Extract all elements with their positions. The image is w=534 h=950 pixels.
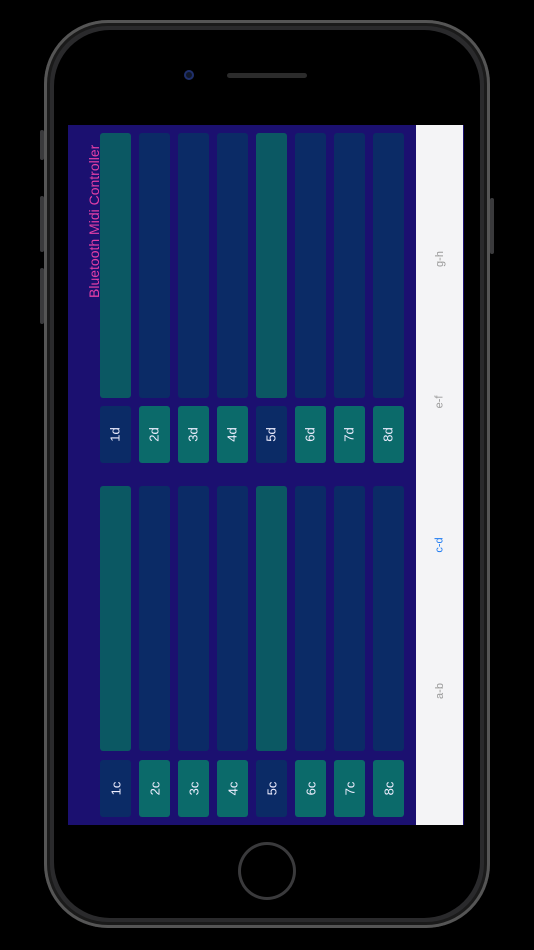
pad-button-1c[interactable]: 1c [100,760,131,817]
volume-down-button [40,268,44,324]
volume-up-button [40,196,44,252]
fader-3d[interactable] [178,133,209,398]
app-title: Bluetooth Midi Controller [72,128,102,298]
pad-button-7d[interactable]: 7d [334,406,365,463]
pad-button-3c[interactable]: 3c [178,760,209,817]
pad-button-4d[interactable]: 4d [217,406,248,463]
pad-button-4c[interactable]: 4c [217,760,248,817]
pad-label: 3d [186,427,201,442]
pad-label: 4c [224,781,240,796]
tab-label: a-b [433,683,446,699]
pad-button-5d[interactable]: 5d [256,406,287,463]
pad-label: 8d [381,427,396,442]
pad-label: 4d [225,427,240,442]
tab-a-b[interactable]: a-b [416,661,463,721]
tab-c-d[interactable]: c-d [416,515,463,575]
fader-3c[interactable] [178,486,209,751]
pad-button-2c[interactable]: 2c [139,760,170,817]
speaker-grille [227,73,307,78]
fader-2c[interactable] [139,486,170,751]
fader-4d[interactable] [217,133,248,398]
fader-8c[interactable] [373,486,404,751]
pad-button-3d[interactable]: 3d [178,406,209,463]
tab-label: e-f [433,395,446,409]
fader-1d[interactable] [100,133,131,398]
fader-7c[interactable] [334,486,365,751]
pad-label: 1c [107,781,123,796]
pad-label: 3c [185,781,201,796]
pad-label: 1d [108,427,123,442]
fader-6d[interactable] [295,133,326,398]
tab-label: c-d [433,537,446,553]
fader-1c[interactable] [100,486,131,751]
fader-2d[interactable] [139,133,170,398]
fader-7d[interactable] [334,133,365,398]
pad-label: 7d [342,427,357,442]
pad-label: 6c [302,781,318,796]
pad-button-2d[interactable]: 2d [139,406,170,463]
pad-button-6c[interactable]: 6c [295,760,326,817]
pad-label: 5c [263,781,279,796]
pad-button-6d[interactable]: 6d [295,406,326,463]
camera-icon [184,70,194,80]
fader-6c[interactable] [295,486,326,751]
pad-label: 2d [147,427,162,442]
power-button [490,198,494,254]
fader-5d[interactable] [256,133,287,398]
mute-switch [40,130,44,160]
bank-tab-bar: g-h e-f c-d a-b [416,125,463,825]
fader-5c[interactable] [256,486,287,751]
tab-e-f[interactable]: e-f [416,372,463,432]
pad-label: 5d [264,427,279,442]
pad-button-8c[interactable]: 8c [373,760,404,817]
pad-label: 8c [380,781,396,796]
home-button[interactable] [238,842,296,900]
fader-8d[interactable] [373,133,404,398]
tab-g-h[interactable]: g-h [416,229,463,289]
fader-4c[interactable] [217,486,248,751]
pad-button-7c[interactable]: 7c [334,760,365,817]
pad-label: 2c [146,781,162,796]
pad-button-5c[interactable]: 5c [256,760,287,817]
pad-button-1d[interactable]: 1d [100,406,131,463]
tab-label: g-h [433,251,446,267]
pad-label: 7c [341,781,357,796]
pad-label: 6d [303,427,318,442]
pad-button-8d[interactable]: 8d [373,406,404,463]
